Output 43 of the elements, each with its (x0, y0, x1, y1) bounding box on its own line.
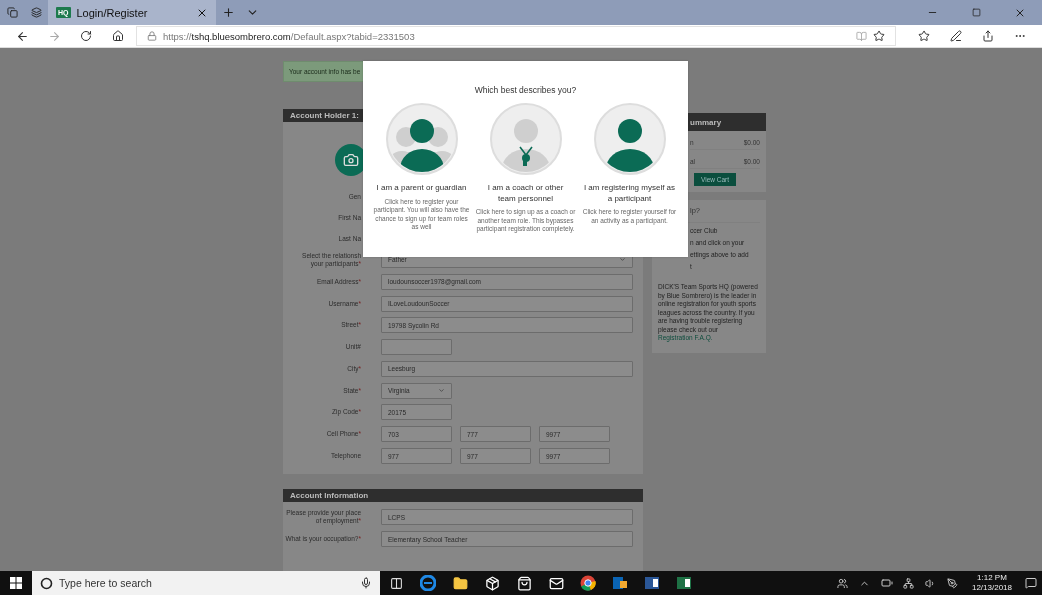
folder-icon[interactable] (452, 575, 468, 591)
box-icon[interactable] (484, 575, 500, 591)
network-icon[interactable] (903, 577, 915, 589)
notification-icon[interactable] (1025, 577, 1037, 589)
pen-icon[interactable] (947, 577, 959, 589)
star-icon[interactable] (873, 30, 885, 42)
shopping-bag-icon[interactable] (516, 575, 532, 591)
outlook-app-icon[interactable] (612, 575, 628, 591)
clock[interactable]: 1:12 PM 12/13/2018 (963, 573, 1020, 593)
family-avatar-icon (385, 103, 458, 175)
word-app-icon[interactable] (644, 575, 660, 591)
refresh-icon[interactable] (80, 30, 92, 42)
caret-icon (619, 256, 626, 264)
lock-icon (147, 31, 157, 41)
battery-icon[interactable] (880, 577, 893, 589)
people-icon[interactable] (837, 577, 849, 589)
mail-icon[interactable] (548, 575, 564, 591)
input-field[interactable] (381, 339, 452, 356)
share-icon[interactable] (982, 30, 994, 42)
option-title[interactable]: I am a parent or guardian (375, 183, 468, 194)
windows-logo-icon[interactable] (10, 577, 22, 589)
favorites-icon[interactable] (918, 30, 930, 42)
section-header: Account Information (283, 489, 643, 503)
search-circle-icon (40, 576, 53, 590)
chrome-logo-icon[interactable] (580, 575, 596, 591)
back-arrow-icon[interactable] (15, 29, 29, 43)
taskbar-search-field[interactable]: Type here to search (32, 571, 380, 595)
pen-icon[interactable] (950, 30, 962, 42)
person-avatar-icon (593, 103, 666, 175)
plus-icon[interactable] (221, 6, 235, 19)
tabs-aside-icon[interactable] (6, 7, 18, 18)
microphone-icon[interactable] (360, 577, 372, 589)
restore-icon[interactable] (971, 8, 981, 17)
excel-app-icon[interactable] (676, 575, 692, 591)
address-bar[interactable]: https://tshq.bluesombrero.com/Default.aspx?tabid=2331503 (136, 26, 896, 46)
option-title[interactable]: I am a coach or other team personnel (479, 183, 572, 204)
tab-title: Login/Register (76, 6, 149, 19)
caret-icon (438, 387, 445, 395)
task-view-icon[interactable] (389, 576, 403, 590)
home-icon[interactable] (112, 30, 124, 42)
coach-whistle-avatar-icon (489, 103, 562, 175)
dialog-title: Which best describes you? (474, 85, 577, 95)
option-title[interactable]: I am registering myself as a participant (583, 183, 676, 204)
